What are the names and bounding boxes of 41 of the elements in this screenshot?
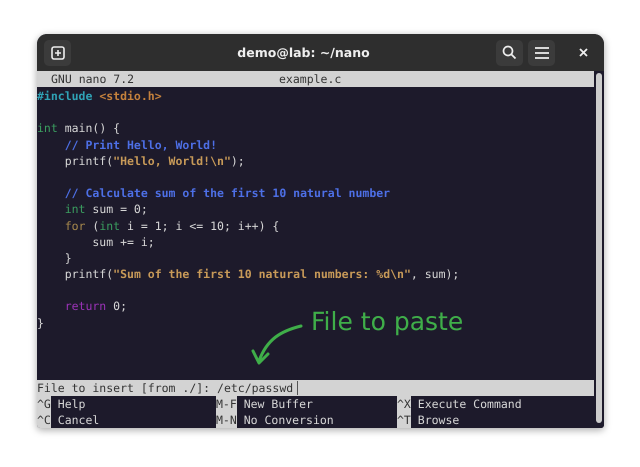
shortcut-key: ^C — [37, 412, 51, 428]
shortcut-key: M-F — [216, 396, 237, 412]
search-button[interactable] — [496, 40, 523, 66]
nano-version: GNU nano 7.2 — [51, 71, 136, 87]
code-line: } — [37, 316, 44, 330]
menu-button[interactable] — [528, 40, 555, 66]
annotation-text: File to paste — [311, 307, 464, 336]
scrollbar-thumb[interactable] — [596, 73, 602, 423]
shortcut-key: ^G — [37, 396, 51, 412]
code-line: #include <stdio.h> — [37, 89, 162, 103]
curved-arrow — [251, 323, 303, 367]
shortcut-label: No Conversion — [244, 412, 334, 428]
code-line: printf("Hello, World!\n"); — [64, 154, 245, 168]
shortcut-label: Help — [58, 396, 86, 412]
code-line: int sum = 0; — [64, 202, 148, 216]
plus-square-icon — [50, 46, 64, 60]
code-line: return 0; — [64, 299, 128, 314]
code-line: // Print Hello, World! — [64, 138, 218, 152]
code-line: // Calculate sum of the first 10 natural number — [64, 186, 390, 200]
code-line: for (int i = 1; i <= 10; i++) { — [64, 218, 280, 232]
code-line: sum += i; — [91, 234, 155, 249]
shortcut-key: M-N — [216, 412, 237, 428]
window-title: demo@lab: ~/nano — [236, 45, 371, 60]
shortcut-key: ^T — [397, 412, 411, 428]
menu-icon — [534, 46, 548, 58]
shortcut-label: Browse — [418, 412, 460, 428]
file-name: example.c — [279, 71, 342, 87]
scrollbar[interactable] — [594, 71, 604, 428]
code-line: int main() { — [37, 121, 120, 136]
shortcut-label: Execute Command — [418, 396, 522, 412]
code-line: printf("Sum of the first 10 natural numbers: %d\n", sum); — [64, 267, 460, 282]
code-line: } — [64, 250, 72, 265]
prompt-label: File to insert [from ./]: — [37, 380, 210, 396]
close-icon — [578, 48, 588, 57]
prompt-input[interactable]: /etc/passwd — [217, 380, 294, 396]
shortcut-label: New Buffer — [244, 396, 313, 412]
shortcut-key: ^X — [397, 396, 411, 412]
shortcut-label: Cancel — [58, 412, 100, 428]
search-icon — [502, 45, 517, 60]
text-cursor — [296, 380, 298, 395]
new-tab-button[interactable] — [44, 40, 71, 66]
